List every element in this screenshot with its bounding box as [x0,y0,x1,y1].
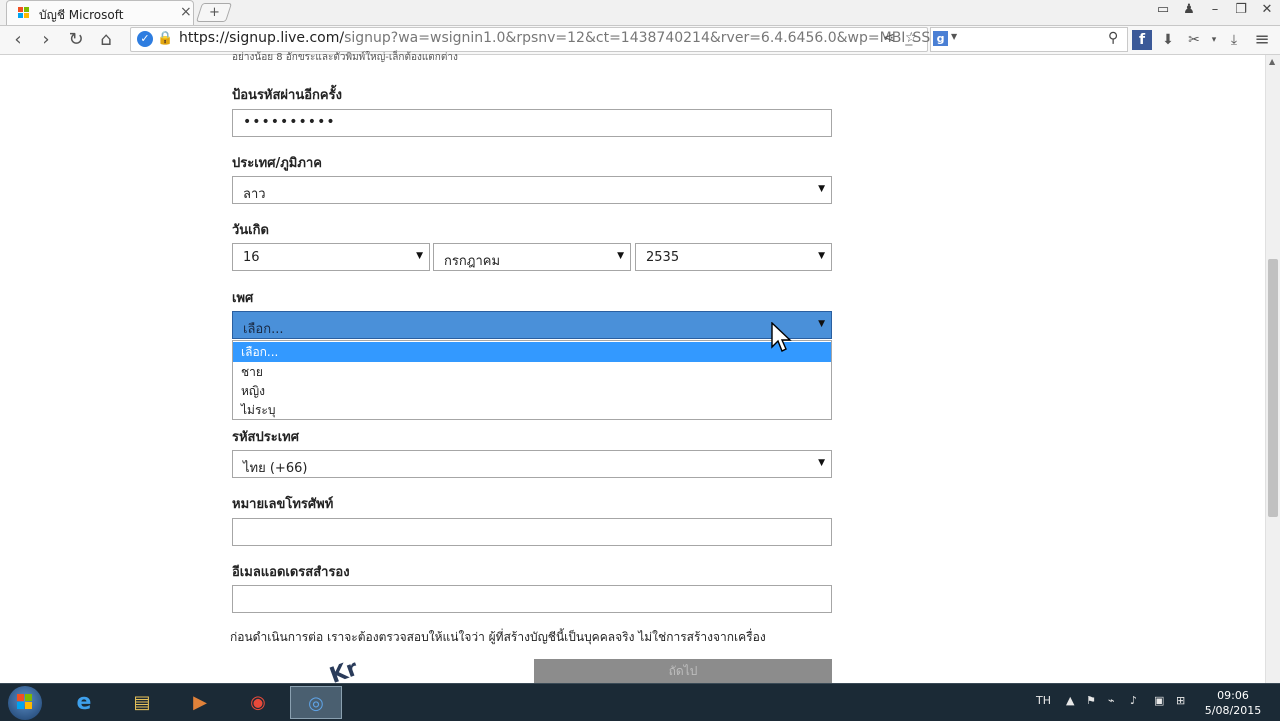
scrollbar-thumb[interactable] [1268,259,1278,517]
search-engine-dropdown-icon[interactable]: ▼ [951,32,957,41]
chevron-down-icon: ▼ [818,319,825,329]
birth-year-value: 2535 [646,250,680,265]
reload-button[interactable]: ↻ [64,28,88,52]
country-code-label: รหัสประเทศ [232,430,299,445]
alt-email-label: อีเมลแอดเดรสสำรอง [232,565,350,580]
tab-title: บัญชี Microsoft [39,8,124,22]
minimize-button[interactable]: – [1204,2,1226,20]
country-code-value: ไทย (+66) [243,461,308,476]
internet-explorer-icon[interactable]: e [58,686,110,719]
gender-value: เลือก... [243,322,284,337]
new-tab-button[interactable]: + [195,3,233,22]
chat-icon[interactable]: ▭ [1152,2,1174,20]
volume-icon[interactable]: ♪ [1130,694,1137,707]
clock-time: 09:06 [1217,689,1249,702]
chevron-down-icon: ▼ [818,184,825,194]
gender-option[interactable]: ชาย [233,362,831,382]
user-icon[interactable]: ♟ [1178,2,1200,20]
facebook-icon[interactable]: f [1132,30,1152,50]
chevron-down-icon: ▼ [818,251,825,261]
recorder-app-icon[interactable]: ◎ [290,686,342,719]
gender-option[interactable]: หญิง [233,381,831,401]
gender-select[interactable]: เลือก... ▼ [232,311,832,339]
tab-strip: บัญชี Microsoft × + ▭ ♟ – ❐ ✕ [0,0,1280,26]
url-host: https://signup.live.com/ [179,30,345,46]
search-box[interactable]: g ▼ ⚲ [930,27,1128,52]
language-indicator[interactable]: TH [1036,694,1051,707]
google-search-icon[interactable]: g [933,31,948,46]
gender-option[interactable]: ไม่ระบุ [233,400,831,420]
clock[interactable]: 09:06 5/08/2015 [1204,688,1262,718]
network-icon[interactable]: ▣ [1154,694,1164,707]
show-hidden-icons[interactable]: ▲ [1066,694,1074,707]
birthdate-label: วันเกิด [232,223,269,238]
next-button[interactable]: ถัดไป [534,659,832,683]
back-button[interactable]: ‹ [6,28,30,52]
plus-icon: + [208,5,220,20]
country-label: ประเทศ/ภูมิภาค [232,156,322,171]
page-scrollbar[interactable]: ▲ [1265,55,1280,683]
reenter-password-label: ป้อนรหัสผ่านอีกครั้ง [232,88,342,103]
file-explorer-icon[interactable]: ▤ [116,686,168,719]
scissors-icon[interactable]: ✂ [1184,30,1204,50]
action-center-icon[interactable]: ⚑ [1086,694,1096,707]
gender-option[interactable]: เลือก... [233,342,831,362]
media-player-icon[interactable]: ▶ [174,686,226,719]
menu-icon[interactable]: ≡ [1252,30,1272,50]
browser-tab[interactable]: บัญชี Microsoft × [6,0,194,25]
alt-email-input[interactable] [232,585,832,613]
lock-icon: 🔒 [157,31,174,46]
download-helper-icon[interactable]: ⬇ [1158,30,1178,50]
password-hint-text: อย่างน้อย 8 อักขระและตัวพิมพ์ใหญ่-เล็กต้… [232,52,458,63]
clock-date: 5/08/2015 [1204,704,1262,717]
country-select[interactable]: ลาว ▼ [232,176,832,204]
country-code-select[interactable]: ไทย (+66) ▼ [232,450,832,478]
password-dots: •••••••••• [243,114,336,130]
windows-flag-icon[interactable]: ⊞ [1176,694,1185,707]
gender-label: เพศ [232,291,254,306]
address-bar[interactable]: ✓ 🔒 https://signup.live.com/signup?wa=ws… [130,27,984,52]
bookmark-star-icon[interactable]: ☆ [905,30,918,46]
chrome-icon[interactable]: ◉ [232,686,284,719]
scissors-menu-icon[interactable]: ▾ [1204,30,1224,50]
birth-month-value: กรกฎาคม [444,254,501,269]
taskbar: e ▤ ▶ ◉ ◎ TH ▲ ⚑ ⌁ ♪ ▣ ⊞ 09:06 5/08/2015 [0,683,1280,721]
downloads-icon[interactable]: ⤓ [1224,30,1244,50]
close-window-button[interactable]: ✕ [1256,2,1278,20]
url-text: https://signup.live.com/signup?wa=wsigni… [179,30,984,46]
scroll-up-icon[interactable]: ▲ [1269,57,1275,66]
start-button[interactable] [8,686,42,720]
windows-logo-icon [17,694,33,710]
birth-day-select[interactable]: 16 ▼ [232,243,430,271]
birth-day-value: 16 [243,250,260,265]
phone-label: หมายเลขโทรศัพท์ [232,497,334,512]
browser-toolbar: ‹ › ↻ ⌂ ✓ 🔒 https://signup.live.com/sign… [0,26,1280,55]
home-button[interactable]: ⌂ [94,28,118,52]
search-magnifier-icon[interactable]: ⚲ [1108,30,1118,46]
verification-note: ก่อนดำเนินการต่อ เราจะต้องตรวจสอบให้แน่ใ… [230,630,766,644]
gender-options-list: เลือก... ชาย หญิง ไม่ระบุ [232,340,832,420]
reenter-password-field[interactable]: •••••••••• [232,109,832,137]
tab-close-icon[interactable]: × [180,4,192,20]
restore-button[interactable]: ❐ [1230,2,1252,20]
power-icon[interactable]: ⌁ [1108,694,1115,707]
birth-month-select[interactable]: กรกฎาคม ▼ [433,243,631,271]
phone-input[interactable] [232,518,832,546]
chevron-down-icon: ▼ [416,251,423,261]
chevron-down-icon: ▼ [818,458,825,468]
forward-button[interactable]: › [34,28,58,52]
chevron-down-icon: ▼ [617,251,624,261]
share-icon[interactable]: ⋖ [883,30,895,46]
mouse-cursor-icon [771,322,792,352]
country-value: ลาว [243,187,266,202]
microsoft-logo-icon [18,7,30,19]
secure-check-icon: ✓ [137,31,153,47]
birth-year-select[interactable]: 2535 ▼ [635,243,832,271]
